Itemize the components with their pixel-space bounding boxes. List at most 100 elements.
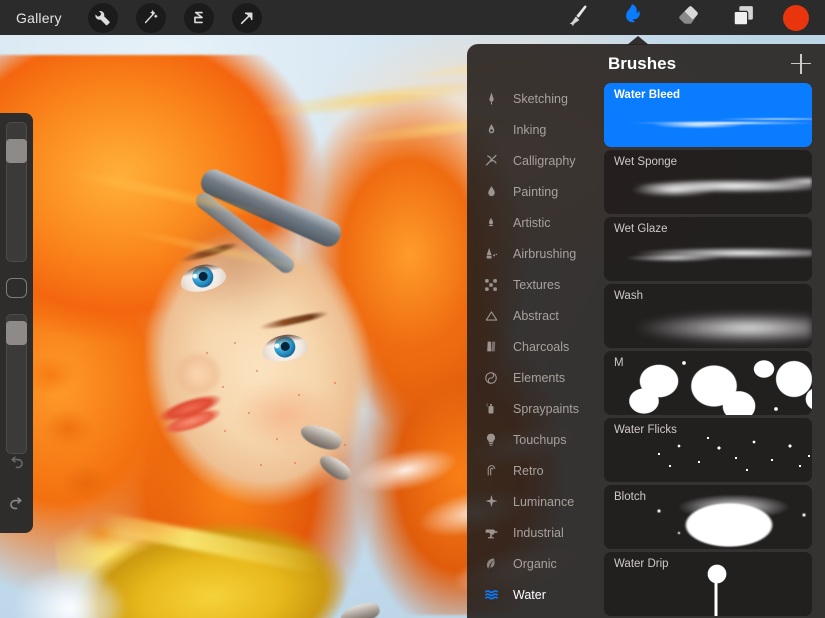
charcoal-block-icon [479,339,503,354]
opacity-slider[interactable] [6,313,27,454]
lightbulb-icon [479,432,503,447]
brush-category-touchups[interactable]: Touchups [467,424,604,455]
brush-category-label: Textures [513,277,561,292]
brush-category-calligraphy[interactable]: Calligraphy [467,145,604,176]
brush-category-elements[interactable]: Elements [467,362,604,393]
brush-item-label: M [614,357,624,369]
brush-item-water-bleed[interactable]: Water Bleed [604,83,812,147]
brush-category-label: Luminance [513,494,575,509]
brush-panel-title: Brushes [608,53,677,73]
yin-yang-icon [479,371,503,385]
brush-category-airbrushing[interactable]: Airbrushing [467,238,604,269]
s-curve-selection-icon [190,9,207,26]
brush-category-label: Airbrushing [513,246,577,261]
right-tool-group [563,3,809,33]
brush-size-slider[interactable] [6,122,27,263]
brush-list-column: Brushes Water Bleed Wet Sponge Wet Glaze [604,44,825,618]
brush-category-label: Artistic [513,215,551,230]
top-toolbar: Gallery [0,0,825,35]
brush-category-organic[interactable]: Organic [467,548,604,579]
brush-item-label: Wash [614,290,643,302]
brush-item-wet-glaze[interactable]: Wet Glaze [604,217,812,281]
layers-button[interactable] [728,3,758,33]
pencil-tip-icon [479,91,503,106]
smudge-finger-icon [620,2,646,33]
gallery-button[interactable]: Gallery [16,10,62,26]
redo-button[interactable] [7,495,26,519]
brush-category-label: Water [513,587,546,602]
brush-category-textures[interactable]: Textures [467,269,604,300]
brush-category-label: Retro [513,463,544,478]
brush-panel-header: Brushes [604,44,825,83]
brush-category-label: Sketching [513,91,568,106]
art-white-shoulder [10,560,140,618]
layers-icon [731,3,756,33]
eraser-button[interactable] [673,3,703,33]
brush-item-blotch[interactable]: Blotch [604,485,812,549]
brush-category-label: Calligraphy [513,153,576,168]
smudge-button[interactable] [618,3,648,33]
spray-can-icon [479,401,503,416]
paint-drop-icon [479,184,503,199]
brush-category-label: Inking [513,122,547,137]
water-waves-icon [479,587,503,602]
leaf-icon [479,556,503,571]
airbrush-icon [479,246,503,261]
triangle-icon [479,309,503,323]
brush-category-list: Sketching Inking Calligraphy Painting Ar… [467,44,604,618]
brush-category-abstract[interactable]: Abstract [467,300,604,331]
adjustments-wand-button[interactable] [135,2,166,33]
brush-item-label: Water Bleed [614,89,681,101]
transform-button[interactable] [231,2,262,33]
brush-category-label: Touchups [513,432,567,447]
brush-category-label: Organic [513,556,557,571]
brush-category-charcoals[interactable]: Charcoals [467,331,604,362]
sparkle-icon [479,494,503,509]
magic-wand-icon [142,9,159,26]
paintbrush-icon [566,3,591,33]
brush-panel-caret [627,36,649,45]
undo-button[interactable] [7,454,26,478]
opacity-slider-thumb[interactable] [6,320,27,345]
retro-curve-icon [479,463,503,478]
brush-item-label: Water Flicks [614,424,677,436]
brush-stroke-preview [604,351,812,415]
brush-category-retro[interactable]: Retro [467,455,604,486]
modify-button[interactable] [6,278,27,298]
brush-category-spraypaints[interactable]: Spraypaints [467,393,604,424]
brush-size-slider-thumb[interactable] [6,139,27,163]
arrow-transform-icon [239,10,255,26]
brush-category-luminance[interactable]: Luminance [467,486,604,517]
brush-panel: Sketching Inking Calligraphy Painting Ar… [467,44,825,618]
checker-texture-icon [479,278,503,292]
selection-button[interactable] [183,2,214,33]
brush-category-label: Spraypaints [513,401,580,416]
brush-category-industrial[interactable]: Industrial [467,517,604,548]
brush-item-water-drip[interactable]: Water Drip [604,552,812,616]
brush-category-label: Industrial [513,525,564,540]
brush-list[interactable]: Water Bleed Wet Sponge Wet Glaze Wash M [604,83,825,618]
brush-category-inking[interactable]: Inking [467,114,604,145]
add-brush-button[interactable] [791,53,811,74]
brush-item-wet-sponge[interactable]: Wet Sponge [604,150,812,214]
brush-item-label: Water Drip [614,558,669,570]
brush-category-label: Painting [513,184,559,199]
brush-item-label: Wet Glaze [614,223,668,235]
color-swatch-button[interactable] [783,4,809,31]
left-sidebar [0,113,33,533]
brush-category-artistic[interactable]: Artistic [467,207,604,238]
calligraphy-icon [479,153,503,168]
brush-category-water[interactable]: Water [467,579,604,610]
brush-item-water-flicks[interactable]: Water Flicks [604,418,812,482]
brush-item-wash[interactable]: Wash [604,284,812,348]
ink-nib-icon [479,122,503,137]
brush-item-splatter[interactable]: M [604,351,812,415]
brush-category-sketching[interactable]: Sketching [467,83,604,114]
left-tool-group [87,2,262,33]
brush-category-label: Charcoals [513,339,570,354]
paint-brush-button[interactable] [563,3,593,33]
undo-redo-group [7,454,26,533]
brush-item-label: Wet Sponge [614,156,678,168]
brush-category-painting[interactable]: Painting [467,176,604,207]
actions-wrench-button[interactable] [87,2,118,33]
